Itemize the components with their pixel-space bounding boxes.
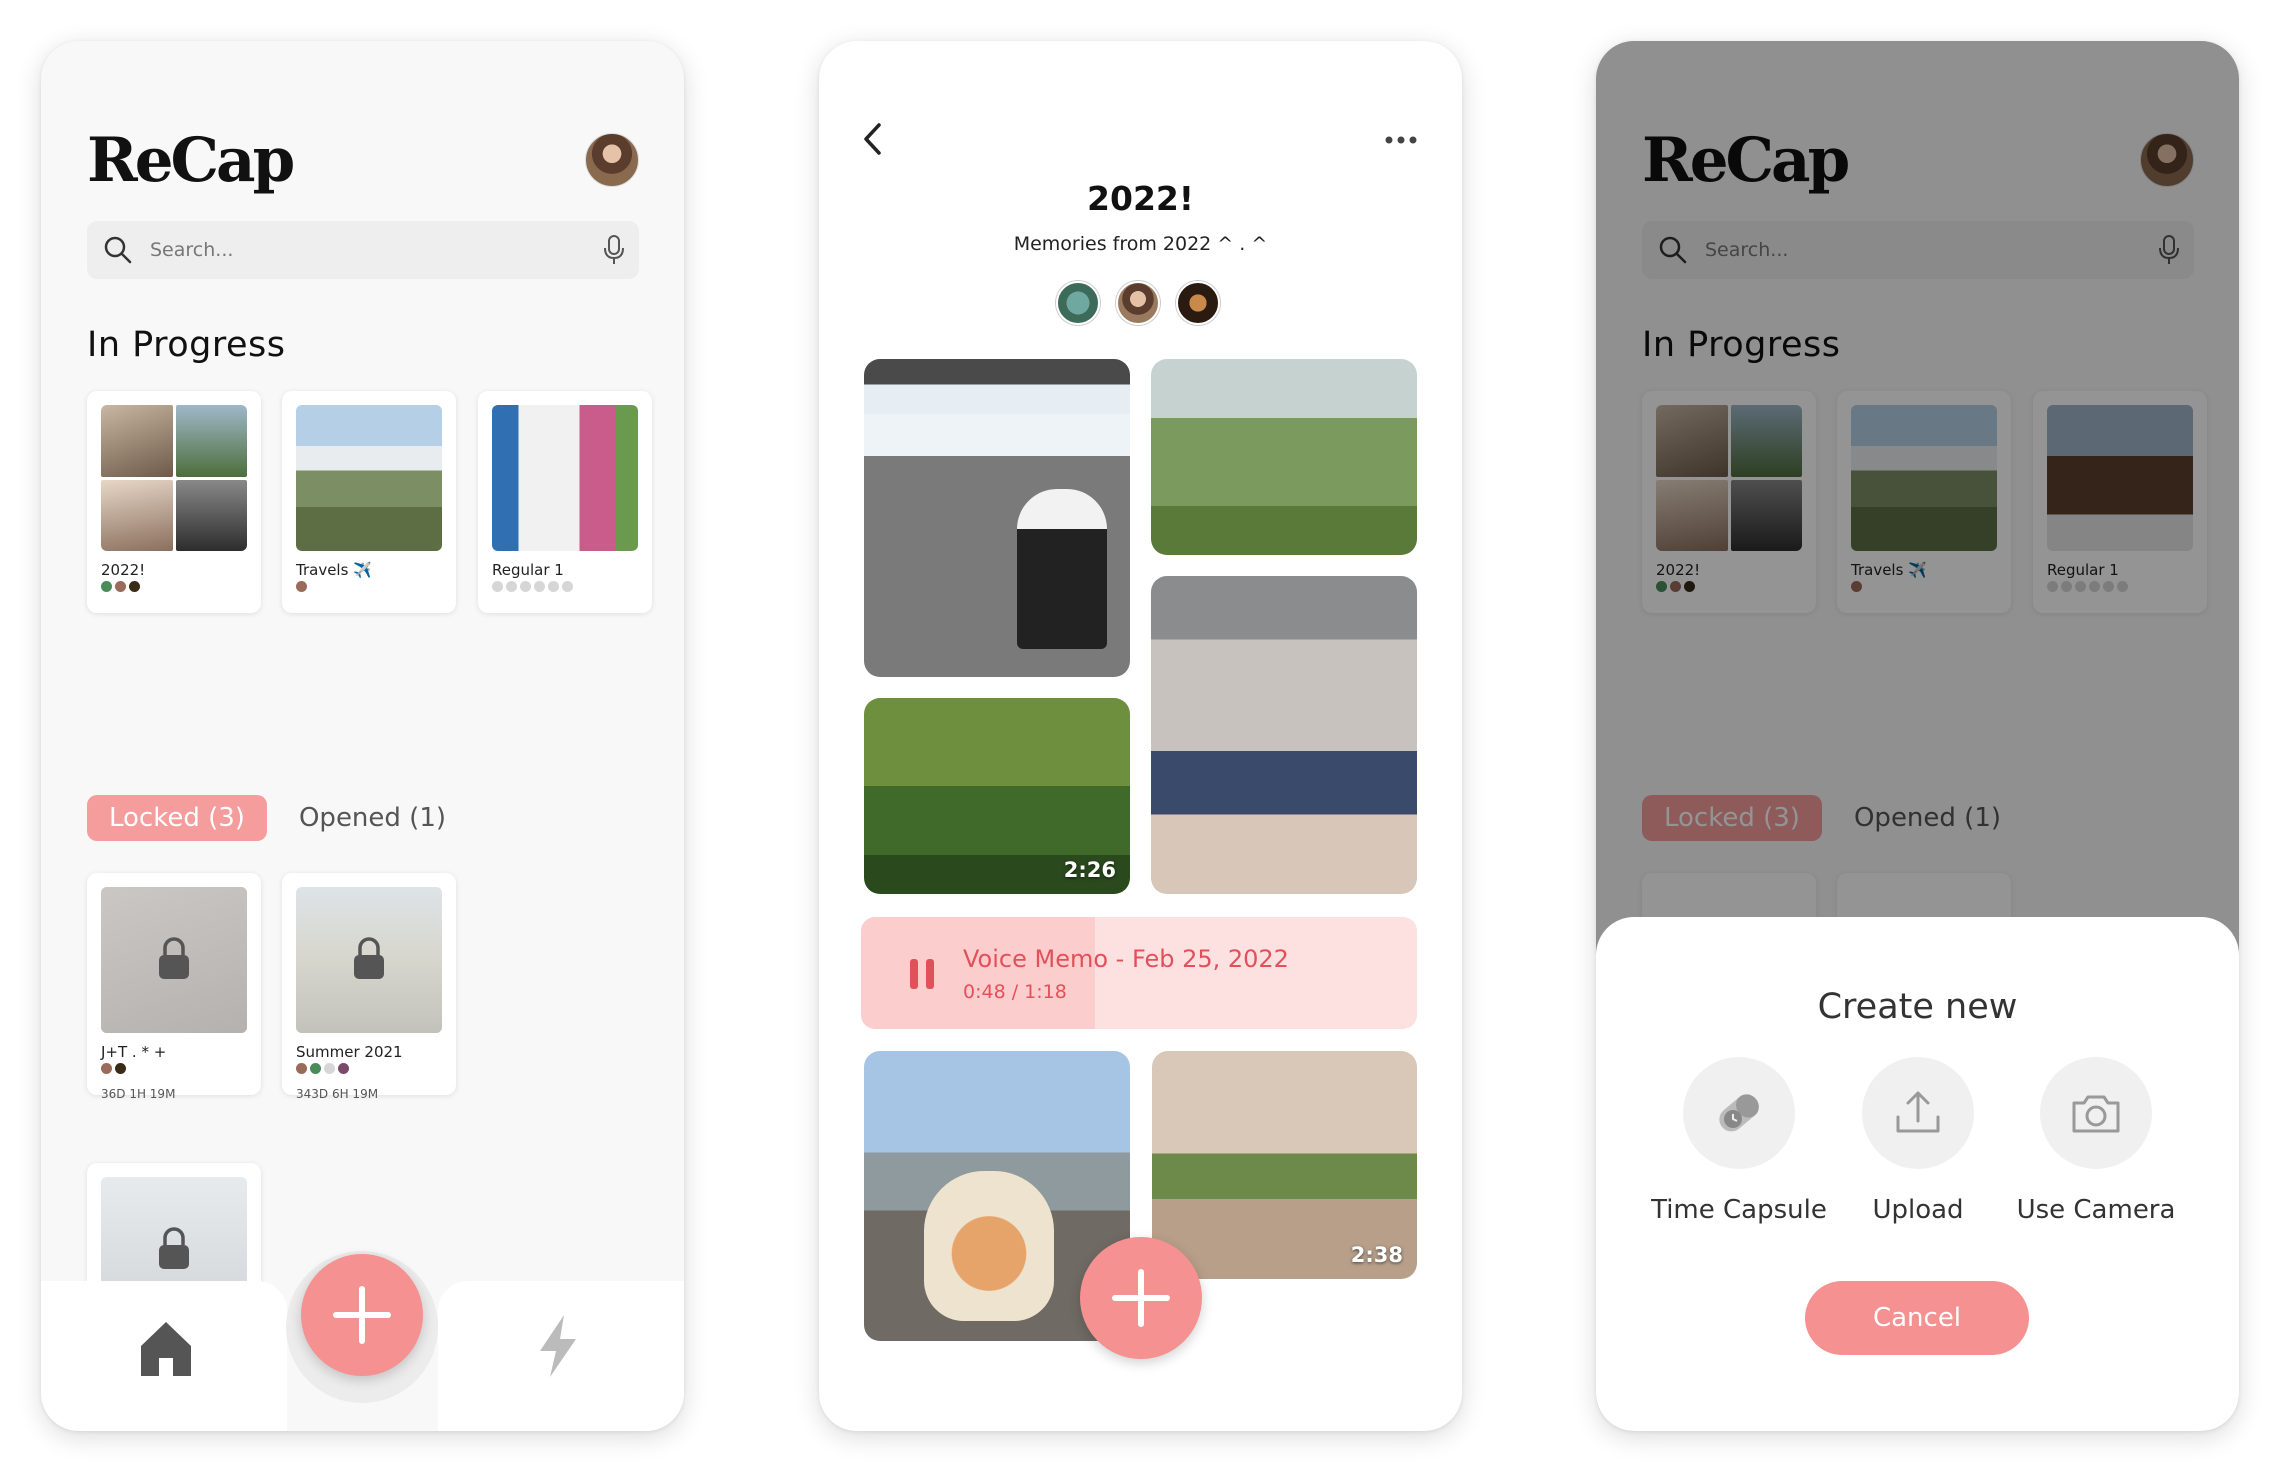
sheet-title: Create new bbox=[1817, 987, 2018, 1027]
in-progress-heading: In Progress bbox=[87, 325, 286, 365]
album-thumbnail bbox=[101, 405, 247, 551]
option-label: Time Capsule bbox=[1651, 1195, 1827, 1225]
search-icon bbox=[104, 236, 132, 264]
mic-icon[interactable] bbox=[603, 234, 625, 266]
home-icon[interactable] bbox=[137, 1318, 195, 1378]
album-thumbnail bbox=[296, 405, 442, 551]
video-duration: 2:26 bbox=[1063, 858, 1116, 882]
more-icon[interactable] bbox=[1384, 135, 1418, 145]
video-duration: 2:38 bbox=[1350, 1243, 1403, 1267]
member-dots bbox=[296, 581, 307, 592]
album-title: Regular 1 bbox=[492, 561, 564, 579]
locked-capsule-card[interactable]: J+T . * + 36D 1H 19M bbox=[87, 873, 261, 1101]
capsule-thumbnail bbox=[101, 887, 247, 1033]
option-use-camera[interactable]: Use Camera bbox=[1996, 1057, 2196, 1225]
photo-train[interactable] bbox=[1151, 576, 1417, 894]
lock-icon bbox=[354, 937, 384, 979]
lock-icon bbox=[159, 937, 189, 979]
member-avatar[interactable] bbox=[1056, 281, 1100, 325]
album-card[interactable]: Regular 1 bbox=[478, 391, 652, 613]
camera-icon bbox=[2072, 1095, 2120, 1133]
option-time-capsule[interactable]: Time Capsule bbox=[1639, 1057, 1839, 1225]
plus-icon bbox=[333, 1286, 391, 1344]
album-title: Travels ✈️ bbox=[296, 561, 372, 579]
member-dots bbox=[492, 581, 573, 592]
search-placeholder: Search... bbox=[150, 239, 234, 261]
back-icon[interactable] bbox=[861, 121, 885, 157]
app-logo: ReCap bbox=[87, 125, 295, 196]
voice-memo-title: Voice Memo - Feb 25, 2022 bbox=[963, 945, 1289, 973]
photo-park[interactable] bbox=[1151, 359, 1417, 555]
capsule-title: J+T . * + bbox=[101, 1043, 167, 1061]
photo-station[interactable] bbox=[864, 359, 1130, 677]
voice-memo-progress bbox=[861, 917, 1095, 1029]
tab-locked[interactable]: Locked (3) bbox=[87, 795, 267, 841]
create-new-screen: ReCap Search... In Progress 2022! Travel… bbox=[1596, 41, 2239, 1431]
member-dots bbox=[296, 1063, 349, 1074]
create-new-sheet: Create new Time Capsule Upload Use Camer… bbox=[1596, 917, 2239, 1431]
create-button[interactable] bbox=[301, 1254, 423, 1376]
option-label: Use Camera bbox=[2016, 1195, 2176, 1225]
bolt-icon[interactable] bbox=[534, 1313, 582, 1379]
voice-memo-player[interactable]: Voice Memo - Feb 25, 2022 0:48 / 1:18 bbox=[861, 917, 1417, 1029]
capsule-tabs: Locked (3) Opened (1) bbox=[87, 795, 446, 841]
lock-icon bbox=[159, 1227, 189, 1269]
capsule-icon bbox=[1719, 1094, 1759, 1132]
album-card[interactable]: Travels ✈️ bbox=[282, 391, 456, 613]
capsule-countdown: 36D 1H 19M bbox=[101, 1087, 176, 1101]
capsule-countdown: 343D 6H 19M bbox=[296, 1087, 379, 1101]
profile-avatar[interactable] bbox=[585, 133, 639, 187]
album-members bbox=[1056, 281, 1220, 325]
upload-icon bbox=[1896, 1091, 1940, 1133]
album-thumbnail bbox=[492, 405, 638, 551]
member-avatar[interactable] bbox=[1176, 281, 1220, 325]
member-dots bbox=[101, 1063, 126, 1074]
search-input[interactable]: Search... bbox=[87, 221, 639, 279]
locked-capsule-card[interactable]: Summer 2021 343D 6H 19M bbox=[282, 873, 456, 1101]
plus-icon bbox=[1112, 1269, 1170, 1327]
member-avatar[interactable] bbox=[1116, 281, 1160, 325]
voice-memo-time: 0:48 / 1:18 bbox=[963, 981, 1067, 1003]
photo-aquarium-video[interactable]: 2:26 bbox=[864, 698, 1130, 894]
tab-opened[interactable]: Opened (1) bbox=[299, 803, 446, 833]
photo-field-video[interactable]: 2:38 bbox=[1152, 1051, 1417, 1279]
member-dots bbox=[101, 581, 140, 592]
album-screen: 2022! Memories from 2022 ^ . ^ 2:26 Voic… bbox=[819, 41, 1462, 1431]
album-title: 2022! bbox=[101, 561, 146, 579]
home-screen: ReCap Search... In Progress 2022! Travel bbox=[41, 41, 684, 1431]
pause-icon[interactable] bbox=[909, 959, 935, 989]
option-upload[interactable]: Upload bbox=[1818, 1057, 2018, 1225]
cancel-button[interactable]: Cancel bbox=[1805, 1281, 2029, 1355]
option-label: Upload bbox=[1872, 1195, 1964, 1225]
album-title: 2022! bbox=[1087, 179, 1194, 218]
capsule-thumbnail bbox=[296, 887, 442, 1033]
add-memory-button[interactable] bbox=[1080, 1237, 1202, 1359]
album-subtitle: Memories from 2022 ^ . ^ bbox=[1013, 233, 1268, 255]
album-card[interactable]: 2022! bbox=[87, 391, 261, 613]
capsule-title: Summer 2021 bbox=[296, 1043, 403, 1061]
